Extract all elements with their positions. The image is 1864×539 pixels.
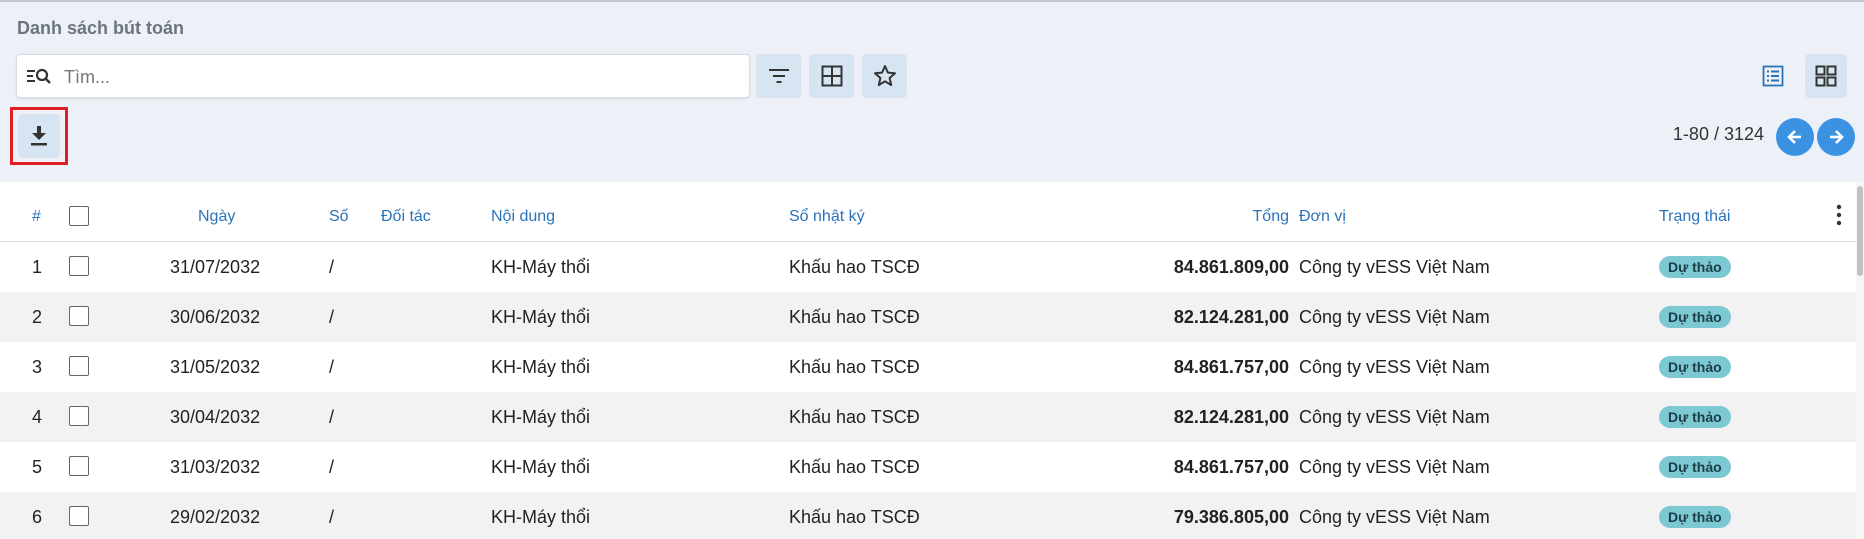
row-checkbox[interactable] bbox=[69, 506, 89, 526]
table-row[interactable]: 4 30/04/2032 / KH-Máy thổi Khấu hao TSCĐ 82.1… bbox=[0, 392, 1864, 442]
column-header-date[interactable]: Ngày bbox=[198, 208, 235, 226]
table-row[interactable]: 5 31/03/2032 / KH-Máy thổi Khấu hao TSCĐ 84.8… bbox=[0, 442, 1864, 492]
row-journal: Khấu hao TSCĐ bbox=[789, 307, 920, 327]
row-company: Công ty vESS Việt Nam bbox=[1299, 357, 1490, 377]
row-index: 4 bbox=[32, 407, 43, 427]
row-journal: Khấu hao TSCĐ bbox=[789, 507, 920, 527]
row-content: KH-Máy thổi bbox=[491, 457, 591, 477]
search-box[interactable] bbox=[16, 54, 750, 98]
row-date: 31/07/2032 bbox=[170, 257, 261, 277]
row-checkbox[interactable] bbox=[69, 456, 89, 476]
table-row[interactable]: 1 31/07/2032 / KH-Máy thổi Khấu hao TSCĐ 84.8… bbox=[0, 242, 1864, 292]
column-header-number[interactable]: Số bbox=[329, 208, 349, 226]
star-icon bbox=[873, 65, 896, 86]
kanban-view-button[interactable] bbox=[1805, 54, 1847, 98]
row-company: Công ty vESS Việt Nam bbox=[1299, 307, 1490, 327]
status-badge: Dự thảo bbox=[1659, 356, 1731, 378]
table-row[interactable]: 3 31/05/2032 / KH-Máy thổi Khấu hao TSCĐ 84.8… bbox=[0, 342, 1864, 392]
column-header-status[interactable]: Trạng thái bbox=[1659, 208, 1730, 226]
arrow-right-icon bbox=[1830, 130, 1844, 144]
row-number: / bbox=[329, 257, 335, 277]
filter-icon bbox=[768, 69, 789, 83]
row-number: / bbox=[329, 507, 335, 527]
row-date: 31/05/2032 bbox=[170, 357, 261, 377]
row-content: KH-Máy thổi bbox=[491, 307, 591, 327]
row-number: / bbox=[329, 357, 335, 377]
row-number: / bbox=[329, 457, 335, 477]
status-badge: Dự thảo bbox=[1659, 456, 1731, 478]
column-header-total[interactable]: Tổng bbox=[1200, 208, 1289, 226]
table-header: # Ngày Số Đối tác Nội dung Sổ nhật ký Tổ… bbox=[0, 182, 1864, 242]
row-index: 3 bbox=[32, 357, 43, 377]
row-total: 84.861.809,00 bbox=[1173, 257, 1289, 277]
row-date: 30/06/2032 bbox=[170, 307, 261, 327]
row-journal: Khấu hao TSCĐ bbox=[789, 357, 920, 377]
status-badge: Dự thảo bbox=[1659, 306, 1731, 328]
row-index: 5 bbox=[32, 457, 43, 477]
row-total: 84.861.757,00 bbox=[1173, 357, 1289, 377]
row-total: 79.386.805,00 bbox=[1173, 507, 1289, 527]
row-content: KH-Máy thổi bbox=[491, 507, 591, 527]
arrow-left-icon bbox=[1787, 130, 1801, 144]
column-header-partner[interactable]: Đối tác bbox=[381, 208, 431, 226]
status-badge: Dự thảo bbox=[1659, 256, 1731, 278]
row-company: Công ty vESS Việt Nam bbox=[1299, 507, 1490, 527]
row-number: / bbox=[329, 407, 335, 427]
row-company: Công ty vESS Việt Nam bbox=[1299, 407, 1490, 427]
row-content: KH-Máy thổi bbox=[491, 357, 591, 377]
row-total: 82.124.281,00 bbox=[1173, 307, 1289, 327]
filter-button[interactable] bbox=[756, 54, 801, 98]
row-total: 82.124.281,00 bbox=[1173, 407, 1289, 427]
download-icon bbox=[31, 126, 47, 146]
scrollbar-thumb[interactable] bbox=[1857, 186, 1863, 276]
grid-icon bbox=[821, 65, 842, 87]
search-icon bbox=[27, 68, 51, 84]
row-journal: Khấu hao TSCĐ bbox=[789, 457, 920, 477]
row-checkbox[interactable] bbox=[69, 256, 89, 276]
page-title: Danh sách bút toán bbox=[17, 18, 185, 38]
journal-entries-table: # Ngày Số Đối tác Nội dung Sổ nhật ký Tổ… bbox=[0, 182, 1864, 539]
status-badge: Dự thảo bbox=[1659, 506, 1731, 528]
vertical-scrollbar[interactable] bbox=[1856, 182, 1864, 539]
row-company: Công ty vESS Việt Nam bbox=[1299, 457, 1490, 477]
row-checkbox[interactable] bbox=[69, 406, 89, 426]
group-by-button[interactable] bbox=[809, 54, 854, 98]
list-view-button[interactable] bbox=[1752, 54, 1794, 98]
row-journal: Khấu hao TSCĐ bbox=[789, 257, 920, 277]
kanban-view-icon bbox=[1815, 65, 1837, 87]
table-row[interactable]: 2 30/06/2032 / KH-Máy thổi Khấu hao TSCĐ 82.1… bbox=[0, 292, 1864, 342]
row-total: 84.861.757,00 bbox=[1173, 457, 1289, 477]
row-date: 29/02/2032 bbox=[170, 507, 261, 527]
pager-counter[interactable]: 1-80 / 3124 bbox=[1650, 124, 1764, 145]
column-header-company[interactable]: Đơn vị bbox=[1299, 208, 1346, 226]
column-header-content[interactable]: Nội dung bbox=[491, 208, 555, 226]
control-panel: Danh sách bút toán Tìm... 1-80 / 3124 bbox=[0, 0, 1864, 182]
row-number: / bbox=[329, 307, 335, 327]
status-badge: Dự thảo bbox=[1659, 406, 1731, 428]
row-checkbox[interactable] bbox=[69, 306, 89, 326]
next-page-button[interactable] bbox=[1817, 118, 1855, 156]
row-content: KH-Máy thổi bbox=[491, 257, 591, 277]
favorites-button[interactable] bbox=[862, 54, 907, 98]
list-view-icon bbox=[1762, 65, 1784, 87]
row-company: Công ty vESS Việt Nam bbox=[1299, 257, 1490, 277]
column-options-icon[interactable] bbox=[1836, 204, 1842, 226]
row-date: 31/03/2032 bbox=[170, 457, 261, 477]
column-header-journal[interactable]: Sổ nhật ký bbox=[789, 208, 865, 226]
row-index: 6 bbox=[32, 507, 43, 527]
row-index: 2 bbox=[32, 307, 43, 327]
row-content: KH-Máy thổi bbox=[491, 407, 591, 427]
row-date: 30/04/2032 bbox=[170, 407, 261, 427]
search-input[interactable] bbox=[62, 63, 736, 91]
row-checkbox[interactable] bbox=[69, 356, 89, 376]
column-header-index[interactable]: # bbox=[32, 208, 41, 226]
select-all-checkbox[interactable] bbox=[69, 206, 89, 226]
row-index: 1 bbox=[32, 257, 43, 277]
download-button[interactable] bbox=[18, 114, 60, 158]
row-journal: Khấu hao TSCĐ bbox=[789, 407, 920, 427]
previous-page-button[interactable] bbox=[1776, 118, 1814, 156]
table-row[interactable]: 6 29/02/2032 / KH-Máy thổi Khấu hao TSCĐ 79.3… bbox=[0, 492, 1864, 539]
